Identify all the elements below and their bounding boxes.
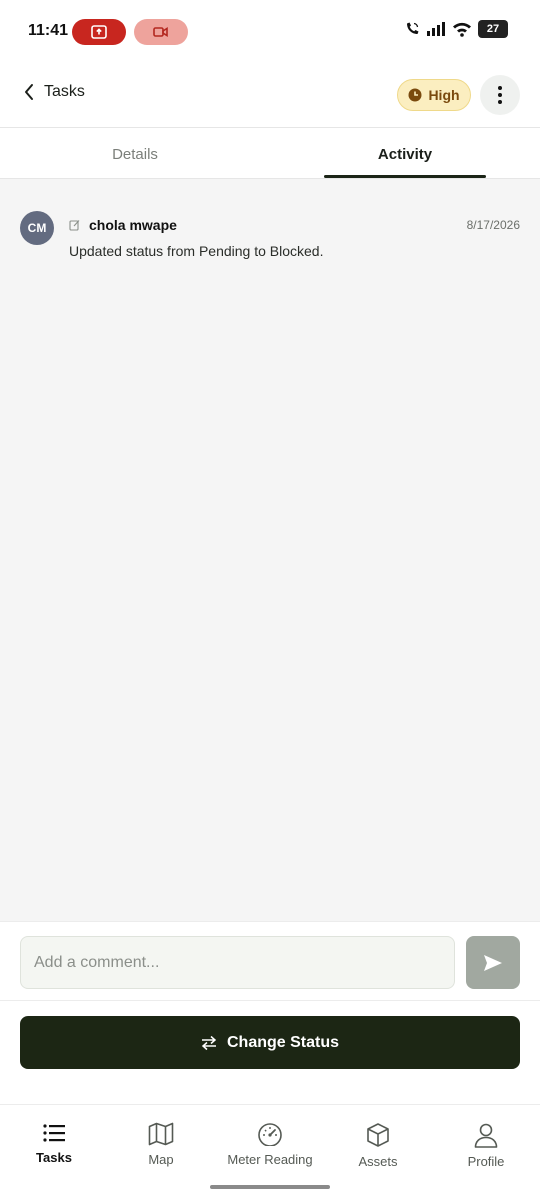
box-icon <box>367 1123 389 1147</box>
wifi-call-icon <box>407 22 419 34</box>
status-time: 11:41 <box>28 22 69 39</box>
send-icon <box>484 954 502 971</box>
nav-label-assets: Assets <box>358 1154 398 1169</box>
comment-input[interactable] <box>20 936 455 989</box>
user-icon <box>474 1123 498 1148</box>
edit-icon <box>69 220 80 231</box>
camera-indicator[interactable] <box>134 19 188 45</box>
status-icons: 27 <box>404 20 508 38</box>
comment-bar <box>0 921 540 1001</box>
avatar: CM <box>20 211 54 245</box>
swap-arrows-icon <box>201 1035 217 1050</box>
priority-badge[interactable]: High <box>397 79 471 111</box>
back-button[interactable]: Tasks <box>22 82 85 102</box>
screen-share-icon <box>91 25 107 39</box>
signal-icon <box>427 22 445 36</box>
tab-bar: Details Activity <box>0 129 540 179</box>
more-vertical-icon <box>498 86 502 104</box>
more-options-button[interactable] <box>480 75 520 115</box>
list-icon <box>43 1124 65 1142</box>
wifi-icon <box>453 22 471 37</box>
nav-label-map: Map <box>148 1152 174 1167</box>
screen-record-indicator[interactable] <box>72 19 126 45</box>
activity-entry-header: chola mwape <box>69 217 177 233</box>
back-label: Tasks <box>44 83 85 100</box>
nav-label-meter-reading: Meter Reading <box>227 1152 313 1167</box>
nav-item-profile[interactable]: Profile <box>436 1105 536 1175</box>
battery-indicator: 27 <box>478 20 508 38</box>
tab-details[interactable]: Details <box>0 129 270 179</box>
activity-feed: CM chola mwape 8/17/2026 Updated status … <box>0 179 540 921</box>
tab-activity[interactable]: Activity <box>270 129 540 179</box>
chevron-left-icon <box>25 84 33 100</box>
status-bar: 11:41 27 <box>0 0 540 62</box>
gauge-icon <box>258 1123 282 1146</box>
nav-item-tasks[interactable]: Tasks <box>4 1105 104 1175</box>
nav-label-tasks: Tasks <box>36 1150 72 1165</box>
activity-author: chola mwape <box>89 217 177 233</box>
home-indicator[interactable] <box>210 1185 330 1189</box>
active-tab-indicator <box>324 175 486 178</box>
map-icon <box>148 1122 174 1146</box>
app-header: Tasks High <box>0 62 540 128</box>
clock-icon <box>408 88 422 102</box>
activity-date: 8/17/2026 <box>466 218 520 232</box>
nav-item-meter-reading[interactable]: Meter Reading <box>215 1105 325 1175</box>
status-action-area: Change Status <box>0 1002 540 1102</box>
priority-label: High <box>428 87 460 103</box>
nav-label-profile: Profile <box>467 1154 505 1169</box>
nav-item-assets[interactable]: Assets <box>328 1105 428 1175</box>
video-camera-icon <box>153 27 168 37</box>
activity-text: Updated status from Pending to Blocked. <box>69 243 324 259</box>
send-comment-button[interactable] <box>466 936 520 989</box>
change-status-button[interactable]: Change Status <box>20 1016 520 1069</box>
change-status-label: Change Status <box>226 1033 339 1051</box>
nav-item-map[interactable]: Map <box>111 1105 211 1175</box>
